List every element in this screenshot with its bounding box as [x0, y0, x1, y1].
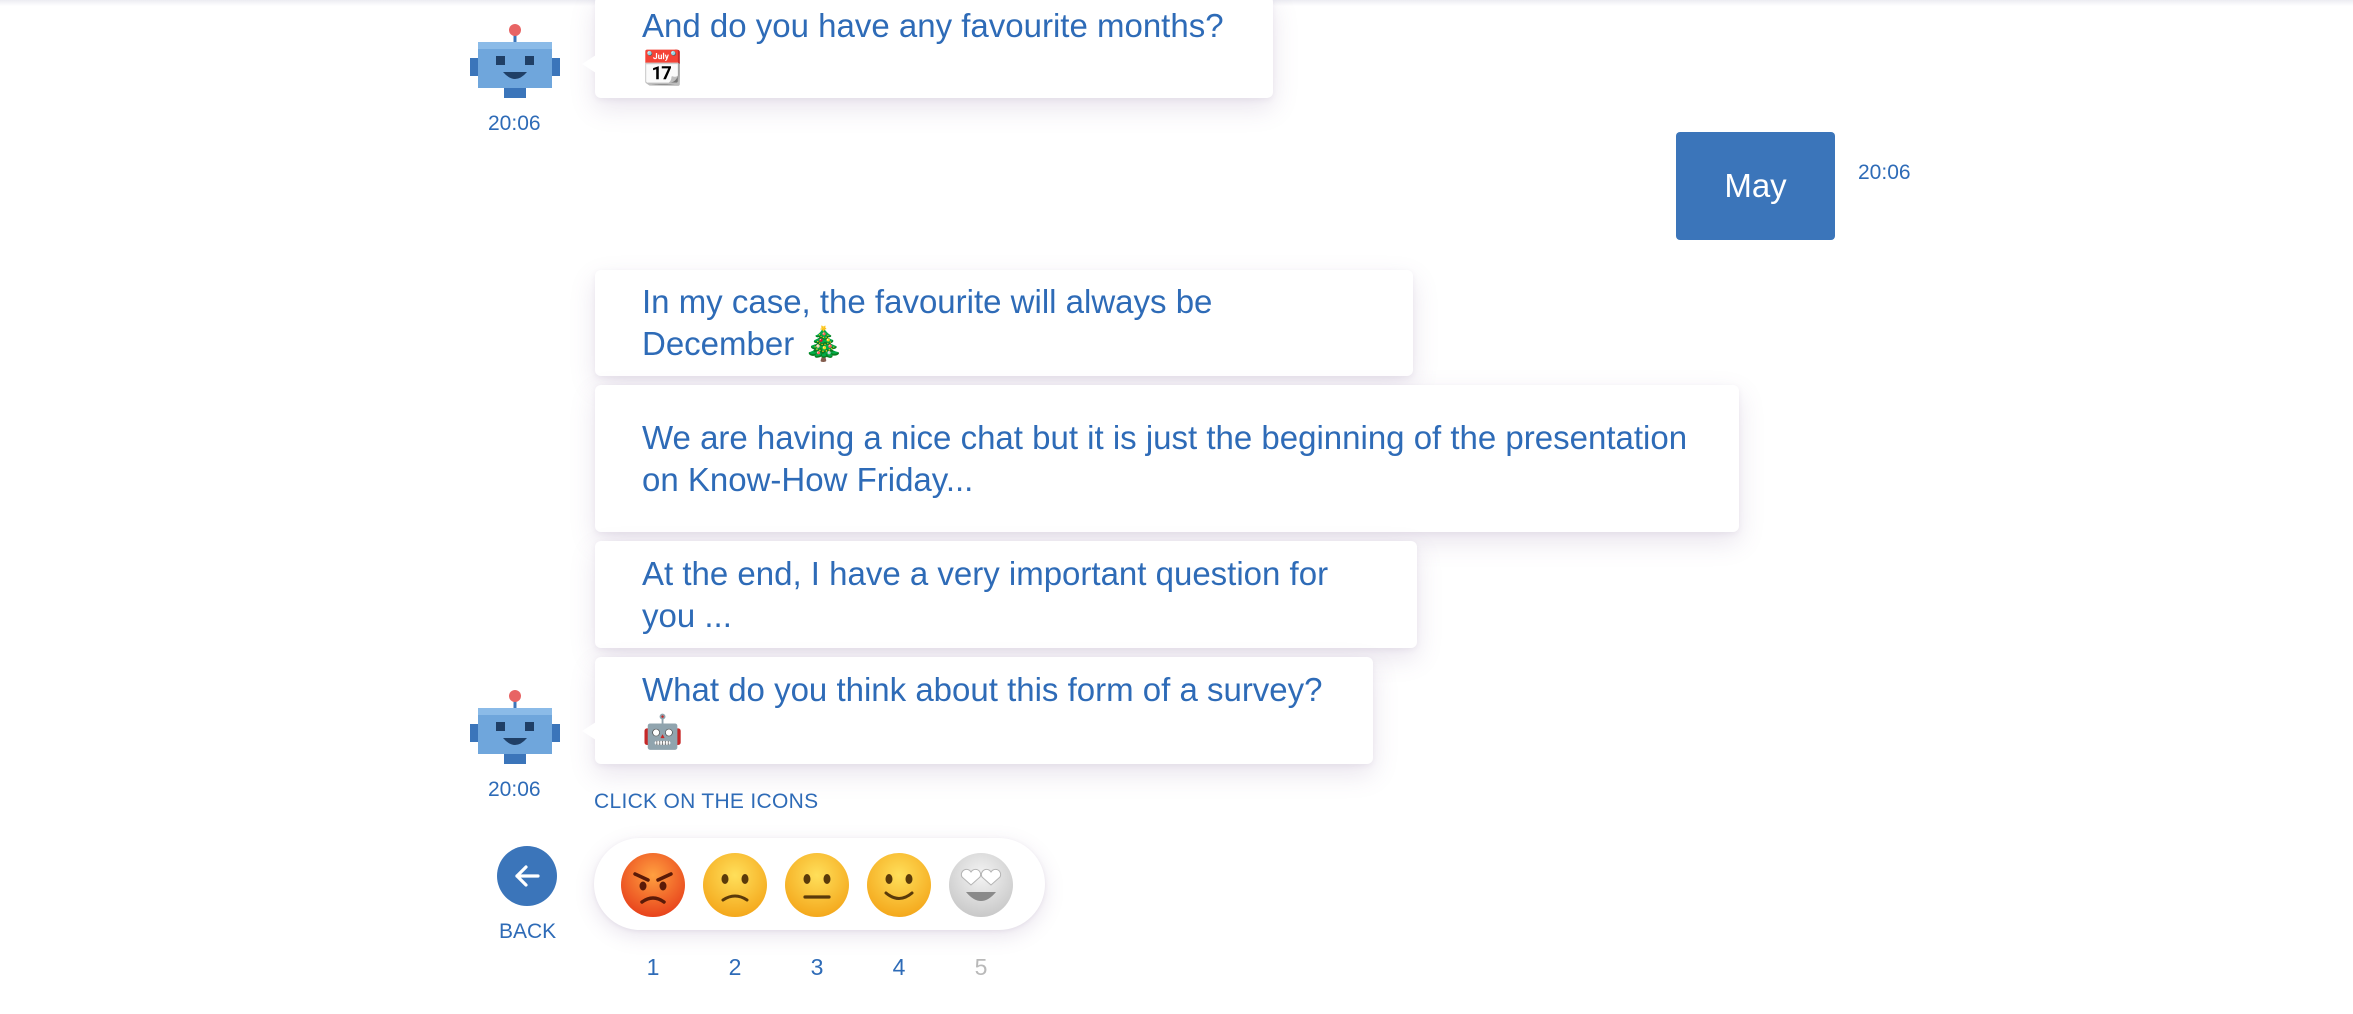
rating-bar	[594, 838, 1045, 930]
message-text: In my case, the favourite will always be…	[642, 283, 1213, 362]
heart-eyes-face-icon[interactable]	[948, 852, 1014, 918]
bubble-tail	[582, 55, 596, 73]
rating-number: 4	[892, 954, 906, 980]
neutral-face-icon[interactable]	[784, 852, 850, 918]
user-message: May	[1676, 132, 1835, 240]
rating-number: 5	[974, 954, 988, 980]
bot-avatar-icon	[470, 690, 560, 764]
bot-avatar-icon	[470, 24, 560, 98]
message-text: And do you have any favourite months? 📆	[642, 7, 1224, 86]
message-text: We are having a nice chat but it is just…	[642, 418, 1688, 498]
rating-number: 3	[810, 954, 824, 980]
bot-message: And do you have any favourite months? 📆	[595, 0, 1273, 98]
message-text: What do you think about this form of a s…	[642, 670, 1323, 750]
user-timestamp: 20:06	[1858, 161, 1911, 184]
back-button[interactable]	[497, 846, 557, 906]
bot-timestamp: 20:06	[488, 778, 541, 801]
rating-number: 1	[646, 954, 660, 980]
bot-message: At the end, I have a very important ques…	[595, 541, 1417, 648]
user-message-text: May	[1724, 167, 1787, 204]
bot-message: What do you think about this form of a s…	[595, 657, 1373, 764]
bot-timestamp: 20:06	[488, 112, 541, 135]
bot-message: We are having a nice chat but it is just…	[595, 385, 1739, 532]
bot-message: In my case, the favourite will always be…	[595, 270, 1413, 376]
angry-face-icon[interactable]	[620, 852, 686, 918]
message-text: At the end, I have a very important ques…	[642, 554, 1329, 634]
back-label: BACK	[499, 920, 557, 943]
slightly-smiling-face-icon[interactable]	[866, 852, 932, 918]
survey-hint: CLICK ON THE ICONS	[594, 790, 819, 813]
rating-number: 2	[728, 954, 742, 980]
arrow-left-icon	[515, 865, 540, 887]
slightly-frowning-face-icon[interactable]	[702, 852, 768, 918]
bubble-tail	[582, 722, 596, 740]
